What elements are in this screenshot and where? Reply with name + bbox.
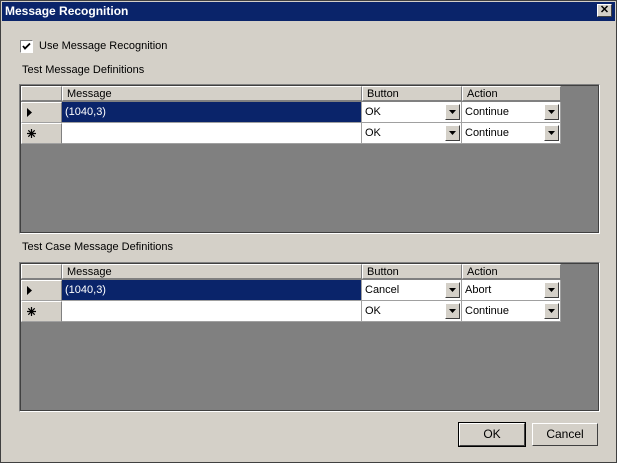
check-icon [22, 42, 31, 50]
table-row[interactable]: OK Continue [21, 301, 561, 322]
dropdown-arrow-button[interactable] [544, 104, 559, 120]
dropdown-arrow-button[interactable] [445, 125, 460, 141]
chevron-down-icon [449, 110, 456, 114]
test-messages-grid: Message Button Action (1040,3) OK Contin… [19, 84, 600, 234]
row-header-corner [21, 264, 62, 279]
row-header-corner [21, 86, 62, 101]
action-dropdown-value: Continue [465, 305, 510, 317]
current-row-icon [27, 286, 32, 295]
message-cell[interactable] [62, 123, 362, 144]
row-selector[interactable] [21, 301, 62, 322]
chevron-down-icon [449, 131, 456, 135]
chevron-down-icon [548, 131, 555, 135]
column-header-button[interactable]: Button [362, 264, 462, 279]
chevron-down-icon [548, 288, 555, 292]
use-recognition-label: Use Message Recognition [39, 40, 168, 52]
button-dropdown[interactable]: OK [362, 123, 462, 144]
column-header-action[interactable]: Action [462, 264, 561, 279]
dropdown-arrow-button[interactable] [445, 303, 460, 319]
action-dropdown[interactable]: Continue [462, 301, 561, 322]
button-dropdown[interactable]: OK [362, 301, 462, 322]
column-header-message[interactable]: Message [62, 86, 362, 101]
button-dropdown-value: OK [365, 127, 381, 139]
dropdown-arrow-button[interactable] [544, 282, 559, 298]
dialog-window: Message Recognition ✕ Use Message Recogn… [0, 0, 617, 463]
action-dropdown-value: Abort [465, 284, 492, 296]
grid-header-row: Message Button Action [21, 86, 561, 101]
action-dropdown-value: Continue [465, 106, 510, 118]
title-bar[interactable]: Message Recognition ✕ [2, 2, 615, 21]
column-header-button[interactable]: Button [362, 86, 462, 101]
current-row-icon [27, 108, 32, 117]
chevron-down-icon [449, 309, 456, 313]
action-dropdown[interactable]: Continue [462, 123, 561, 144]
chevron-down-icon [548, 309, 555, 313]
new-row-icon [27, 307, 36, 316]
chevron-down-icon [449, 288, 456, 292]
column-header-message[interactable]: Message [62, 264, 362, 279]
dropdown-arrow-button[interactable] [445, 282, 460, 298]
test-messages-label: Test Message Definitions [22, 64, 145, 76]
message-cell[interactable] [62, 301, 362, 322]
button-dropdown[interactable]: Cancel [362, 280, 462, 301]
dropdown-arrow-button[interactable] [544, 303, 559, 319]
row-selector[interactable] [21, 280, 62, 301]
close-icon: ✕ [599, 4, 610, 16]
window-title: Message Recognition [5, 4, 129, 18]
row-selector[interactable] [21, 102, 62, 123]
action-dropdown[interactable]: Continue [462, 102, 561, 123]
dropdown-arrow-button[interactable] [544, 125, 559, 141]
message-cell[interactable]: (1040,3) [62, 102, 362, 123]
action-dropdown[interactable]: Abort [462, 280, 561, 301]
close-button[interactable]: ✕ [597, 4, 612, 17]
button-dropdown-value: OK [365, 106, 381, 118]
row-selector[interactable] [21, 123, 62, 144]
button-dropdown-value: OK [365, 305, 381, 317]
action-dropdown-value: Continue [465, 127, 510, 139]
new-row-icon [27, 129, 36, 138]
message-cell[interactable]: (1040,3) [62, 280, 362, 301]
table-row[interactable]: (1040,3) Cancel Abort [21, 280, 561, 301]
button-dropdown[interactable]: OK [362, 102, 462, 123]
cancel-button[interactable]: Cancel [532, 423, 598, 446]
table-row[interactable]: OK Continue [21, 123, 561, 144]
use-recognition-checkbox[interactable] [20, 39, 33, 53]
grid-header-row: Message Button Action [21, 264, 561, 279]
table-row[interactable]: (1040,3) OK Continue [21, 102, 561, 123]
chevron-down-icon [548, 110, 555, 114]
test-case-messages-label: Test Case Message Definitions [22, 241, 174, 253]
test-case-messages-grid: Message Button Action (1040,3) Cancel Ab… [19, 262, 600, 412]
ok-button[interactable]: OK [458, 422, 526, 447]
dropdown-arrow-button[interactable] [445, 104, 460, 120]
column-header-action[interactable]: Action [462, 86, 561, 101]
use-recognition-row: Use Message Recognition [20, 39, 167, 53]
button-dropdown-value: Cancel [365, 284, 400, 296]
